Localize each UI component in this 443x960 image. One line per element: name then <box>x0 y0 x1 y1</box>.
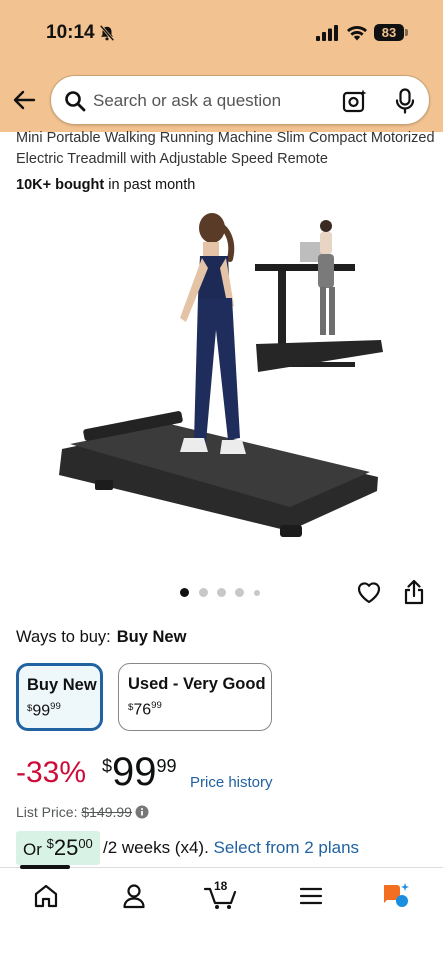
microphone-icon[interactable] <box>393 88 417 114</box>
purchase-count-rest: in past month <box>104 177 196 193</box>
home-icon[interactable] <box>31 881 61 911</box>
option-price-fraction: 99 <box>151 700 162 711</box>
menu-icon[interactable] <box>296 881 326 911</box>
option-price: $7699 <box>128 700 162 719</box>
product-image-treadmill[interactable] <box>50 212 390 552</box>
option-buy-new[interactable]: Buy New $9999 <box>16 663 103 731</box>
option-currency: $ <box>27 703 33 714</box>
carousel-dot-4[interactable] <box>235 588 244 597</box>
walking-woman-image <box>180 213 246 454</box>
select-plans-link[interactable]: Select from 2 plans <box>214 838 360 857</box>
battery-indicator: 83 <box>374 24 404 41</box>
header-bar: 10:14 83 <box>0 0 443 132</box>
option-currency: $ <box>128 702 134 713</box>
treadmill-image <box>59 411 378 537</box>
discount-percent: -33% <box>16 756 87 789</box>
price-whole: 99 <box>112 750 157 794</box>
installment-price-chip: Or $2500 <box>16 831 100 865</box>
list-price-label: List Price: <box>16 804 82 820</box>
option-price-fraction: 99 <box>50 701 61 712</box>
search-input[interactable] <box>93 88 333 114</box>
installment-terms-text: /2 weeks (x4). <box>103 838 214 857</box>
option-used-very-good[interactable]: Used - Very Good $7699 <box>118 663 272 731</box>
account-icon[interactable] <box>119 881 149 911</box>
current-price: $9999 <box>102 750 177 795</box>
wifi-icon <box>347 26 367 41</box>
price-currency: $ <box>102 756 113 776</box>
option-price: $9999 <box>27 701 61 720</box>
info-icon[interactable] <box>135 805 149 819</box>
purchase-count-bold: 10K+ bought <box>16 177 105 193</box>
carousel-dot-3[interactable] <box>217 588 226 597</box>
price-fraction: 99 <box>156 756 177 776</box>
option-price-whole: 99 <box>32 702 51 720</box>
image-carousel-dots[interactable] <box>180 588 270 598</box>
bottom-navigation: 18 <box>0 865 443 960</box>
cellular-signal-icon <box>316 25 338 41</box>
rufus-assistant-icon[interactable] <box>381 881 411 911</box>
ways-to-buy-label: Ways to buy: <box>16 628 111 646</box>
installment-terms: /2 weeks (x4). Select from 2 plans <box>103 838 359 858</box>
back-arrow-icon[interactable] <box>10 86 38 114</box>
active-tab-indicator <box>20 865 70 869</box>
carousel-dot-1[interactable] <box>180 588 189 597</box>
ways-to-buy-selected: Buy New <box>116 628 187 646</box>
search-bar[interactable] <box>50 75 430 125</box>
option-price-whole: 76 <box>133 701 152 719</box>
list-price: List Price: $149.99 <box>16 804 149 820</box>
installment-currency: $ <box>46 836 54 851</box>
price-history-link[interactable]: Price history <box>190 774 273 791</box>
carousel-dot-5[interactable] <box>254 590 260 596</box>
option-label: Buy New <box>27 676 97 694</box>
installment-whole: 25 <box>53 835 79 860</box>
product-title: Mini Portable Walking Running Machine Sl… <box>16 130 435 167</box>
purchase-count: 10K+ bought in past month <box>16 177 195 193</box>
status-bar: 10:14 83 <box>0 0 443 66</box>
ways-to-buy: Ways to buy: Buy New <box>16 628 186 647</box>
cart-count: 18 <box>214 879 228 893</box>
installment-fraction: 00 <box>78 836 93 851</box>
search-icon <box>65 91 86 112</box>
bell-muted-icon <box>99 24 115 42</box>
installment-or: Or <box>23 840 47 859</box>
camera-lens-icon[interactable] <box>342 88 368 114</box>
status-time: 10:14 <box>46 22 95 43</box>
share-icon[interactable] <box>402 578 426 606</box>
heart-icon[interactable] <box>355 578 383 606</box>
battery-tip <box>405 29 408 36</box>
list-price-value: $149.99 <box>81 804 132 820</box>
carousel-dot-2[interactable] <box>199 588 208 597</box>
desk-scene-image <box>255 220 383 372</box>
option-label: Used - Very Good <box>128 675 266 693</box>
